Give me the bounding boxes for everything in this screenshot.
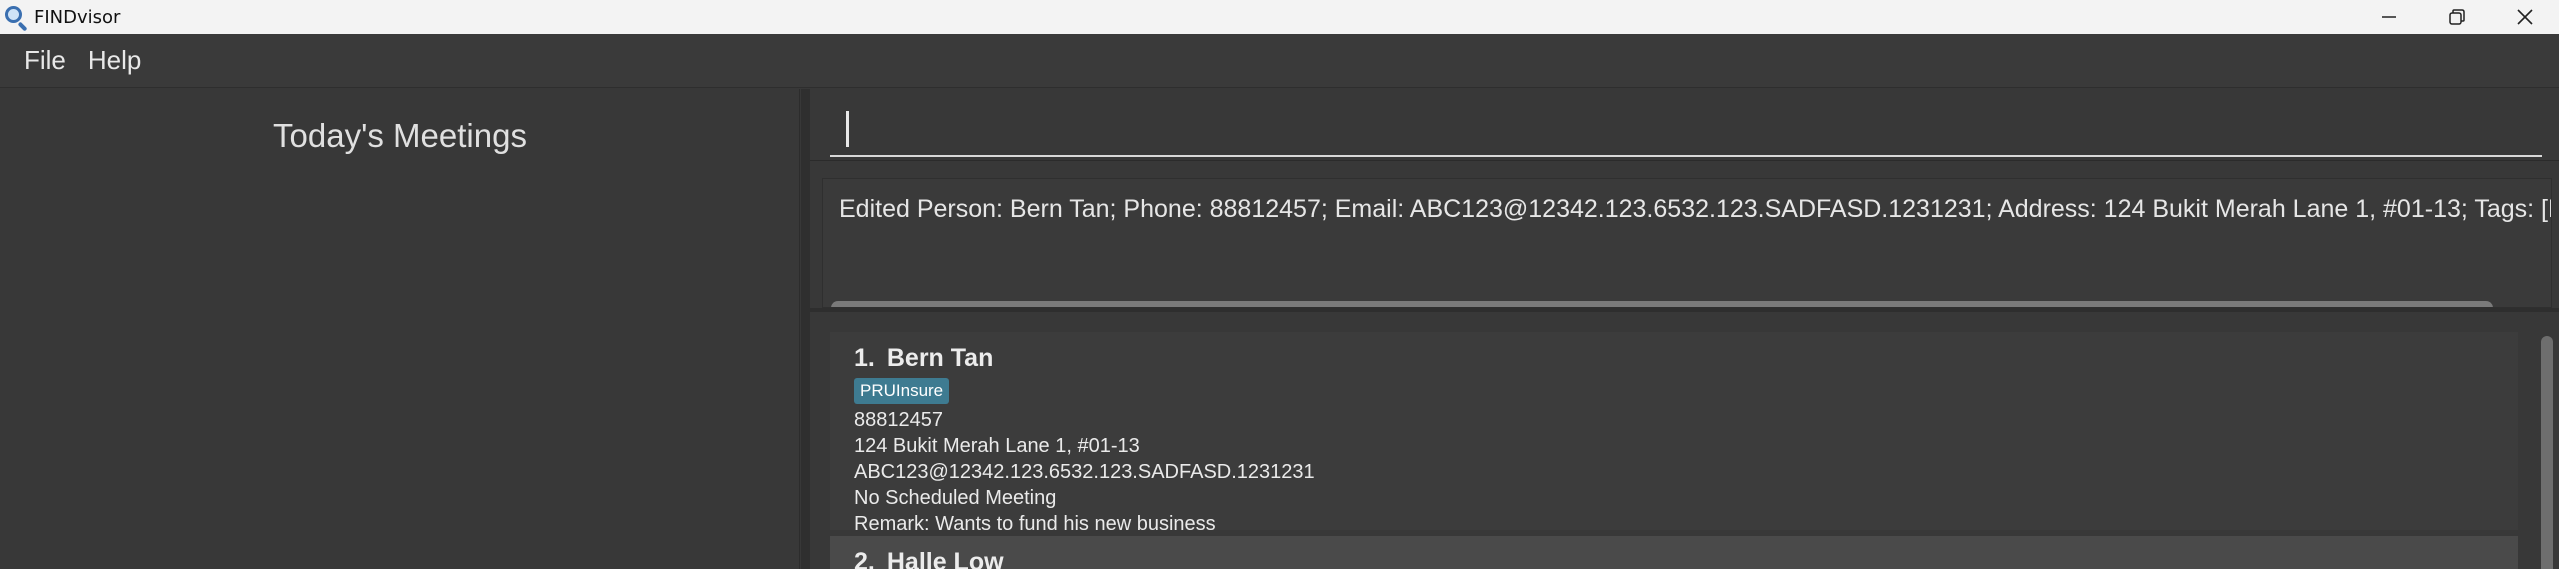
person-remark: Remark: Wants to fund his new business [854, 513, 1216, 535]
todays-meetings-title: Today's Meetings [273, 117, 527, 154]
window-title: FINDvisor [34, 6, 121, 28]
text-caret [846, 111, 849, 147]
person-list: 1. Bern Tan PRUInsure 88812457 124 Bukit … [810, 318, 2559, 569]
restore-icon [2449, 9, 2465, 25]
result-text: Edited Person: Bern Tan; Phone: 88812457… [839, 195, 2552, 223]
horizontal-scrollbar[interactable] [831, 301, 2493, 307]
restore-button[interactable] [2423, 0, 2491, 34]
command-input[interactable] [830, 101, 2542, 157]
person-email: ABC123@12342.123.6532.123.SADFASD.123123… [854, 461, 1315, 483]
person-header: 1. Bern Tan [854, 344, 993, 373]
minimize-icon [2382, 16, 2396, 18]
menu-file[interactable]: File [24, 45, 66, 76]
person-header: 2. Halle Low [854, 548, 1004, 569]
result-area: Edited Person: Bern Tan; Phone: 88812457… [810, 162, 2559, 312]
person-card[interactable]: 1. Bern Tan PRUInsure 88812457 124 Bukit … [830, 332, 2518, 535]
vertical-scrollbar[interactable] [2541, 336, 2553, 569]
minimize-button[interactable] [2355, 0, 2423, 34]
result-display[interactable]: Edited Person: Bern Tan; Phone: 88812457… [822, 178, 2552, 308]
command-area [810, 89, 2559, 161]
close-button[interactable] [2491, 0, 2559, 34]
todays-meetings-panel: Today's Meetings [0, 89, 800, 569]
title-bar: FINDvisor [0, 0, 2559, 34]
person-index: 1. [854, 344, 875, 372]
scrollbar-thumb[interactable] [2541, 336, 2553, 569]
person-tag: PRUInsure [854, 378, 950, 404]
person-address: 124 Bukit Merah Lane 1, #01-13 [854, 435, 1140, 457]
split-divider[interactable] [801, 89, 810, 569]
person-phone: 88812457 [854, 409, 943, 431]
magnifier-icon [4, 4, 30, 32]
person-name: Bern Tan [886, 344, 994, 372]
person-name: Halle Low [886, 548, 1004, 569]
person-index: 2. [854, 548, 875, 569]
menu-bar: File Help [0, 34, 2559, 88]
person-card[interactable]: 2. Halle Low [830, 536, 2518, 569]
menu-help[interactable]: Help [88, 45, 141, 76]
person-meeting: No Scheduled Meeting [854, 487, 1057, 509]
close-icon [2517, 9, 2533, 25]
